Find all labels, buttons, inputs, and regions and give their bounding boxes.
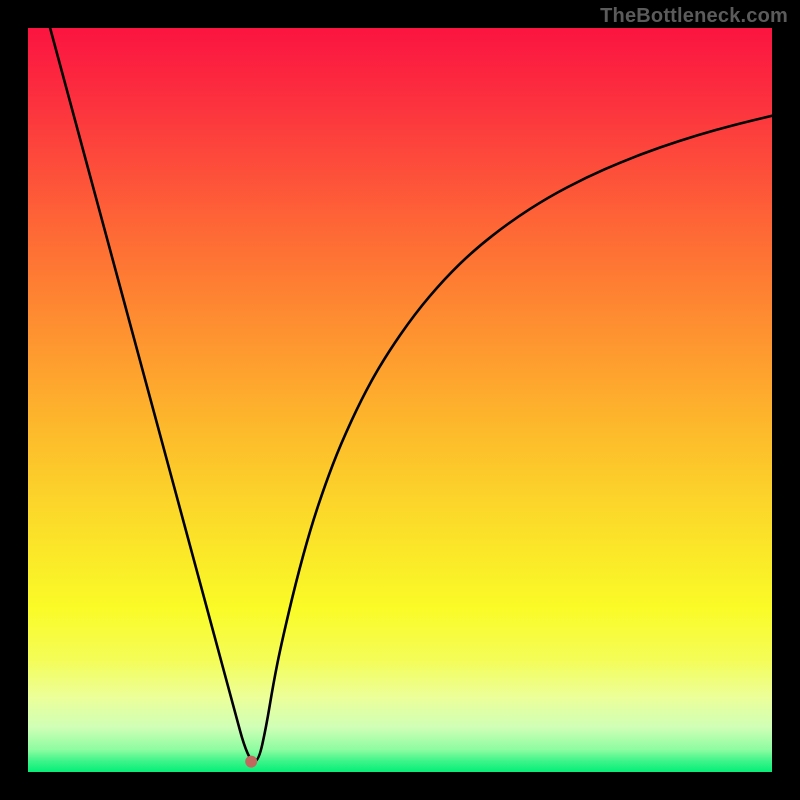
chart-frame: TheBottleneck.com (0, 0, 800, 800)
watermark-text: TheBottleneck.com (600, 5, 788, 28)
chart-svg (28, 28, 772, 772)
gradient-background (28, 28, 772, 772)
plot-area (28, 28, 772, 772)
optimal-point-marker (245, 756, 257, 768)
